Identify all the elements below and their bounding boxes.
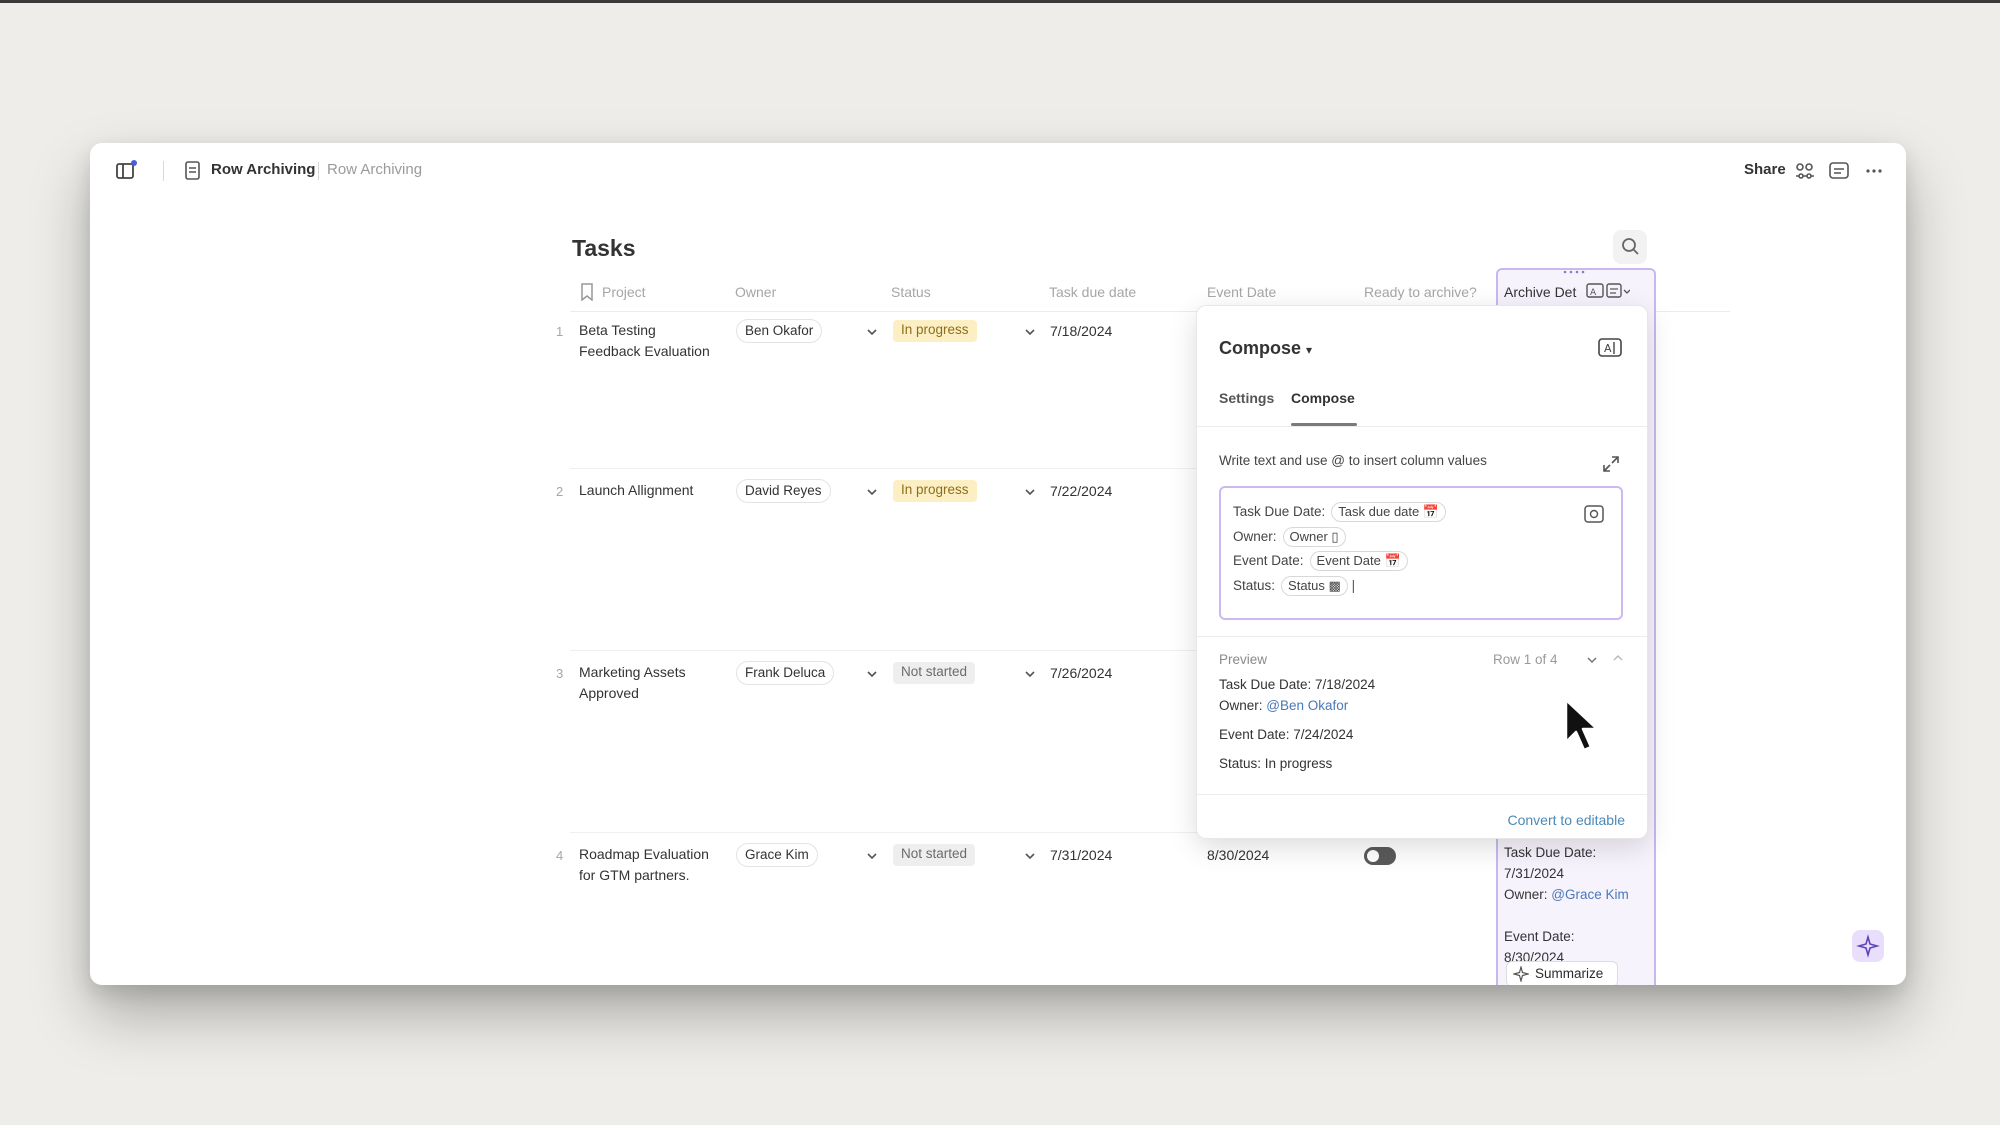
search-icon [1622,238,1639,255]
preview-row-indicator: Row 1 of 4 [1493,652,1558,667]
people-settings-icon[interactable] [1793,159,1817,183]
ai-text-icon[interactable]: A [1597,336,1623,360]
row-number: 2 [556,484,564,499]
bookmark-icon [581,283,593,301]
event-date-cell[interactable]: 8/30/2024 [1207,845,1269,866]
page-title: Tasks [572,235,636,261]
svg-text:A: A [1604,342,1612,355]
task-due-date-cell[interactable]: 7/31/2024 [1050,845,1112,866]
project-cell[interactable]: Roadmap Evaluation for GTM partners. [579,844,709,886]
owner-chip[interactable]: Frank Deluca [736,661,835,685]
sparkle-icon [1513,966,1529,982]
chevron-down-icon[interactable] [1585,653,1599,667]
status-badge[interactable]: In progress [893,320,977,342]
tab-settings[interactable]: Settings [1219,390,1274,406]
column-drag-handle-icon[interactable] [1562,270,1586,274]
svg-text:A: A [1590,288,1597,298]
mention-link[interactable]: @Grace Kim [1551,887,1628,902]
chevron-down-icon[interactable] [1023,325,1037,339]
screen-top-edge [0,0,2000,3]
compose-template-editor[interactable]: Task Due Date: Task due date 📅 Owner: Owne… [1219,486,1623,620]
project-cell[interactable]: Marketing Assets Approved [579,662,686,704]
template-line: Status: Status ▩ | [1233,576,1355,596]
task-due-date-cell[interactable]: 7/22/2024 [1050,481,1112,502]
owner-chip[interactable]: David Reyes [736,479,831,503]
mouse-cursor-icon [1564,698,1599,752]
share-button[interactable]: Share [1744,161,1786,178]
column-header-task-due-date[interactable]: Task due date [1049,284,1136,300]
sidebar-toggle-icon[interactable] [114,159,138,183]
chevron-down-icon[interactable] [865,849,879,863]
mention-link[interactable]: @Ben Okafor [1266,698,1348,713]
preview-due-date: Task Due Date: 7/18/2024 [1219,677,1376,692]
template-line: Task Due Date: Task due date 📅 [1233,502,1447,522]
ready-to-archive-toggle[interactable] [1364,847,1396,865]
compose-hint: Write text and use @ to insert column va… [1219,453,1487,468]
template-line: Owner: Owner ▯ [1233,527,1346,547]
chevron-down-icon[interactable] [865,667,879,681]
chevron-down-icon[interactable] [865,485,879,499]
insert-column-icon[interactable] [1583,504,1605,524]
footer-divider [1197,794,1647,795]
project-cell[interactable]: Launch Allignment [579,480,693,501]
titlebar: Row Archiving Row Archiving Share [90,143,1906,199]
column-header-project[interactable]: Project [602,284,646,300]
expand-icon[interactable] [1601,454,1621,474]
chevron-down-icon[interactable] [1023,485,1037,499]
search-button[interactable] [1613,230,1647,264]
task-due-date-cell[interactable]: 7/18/2024 [1050,321,1112,342]
preview-label: Preview [1219,652,1268,667]
archive-cell-row4[interactable]: Task Due Date: 7/31/2024 Owner: @Grace K… [1504,842,1629,968]
column-token[interactable]: Owner ▯ [1282,527,1346,547]
convert-to-editable-link[interactable]: Convert to editable [1507,812,1625,828]
column-header-owner[interactable]: Owner [735,284,776,300]
status-badge[interactable]: Not started [893,662,976,684]
task-due-date-cell[interactable]: 7/26/2024 [1050,663,1112,684]
preview-event-date: Event Date: 7/24/2024 [1219,727,1354,742]
breadcrumb-page[interactable]: Row Archiving [327,161,422,178]
document-icon [185,161,200,180]
summarize-button[interactable]: Summarize [1506,961,1618,985]
chevron-down-icon[interactable] [1023,667,1037,681]
app-window: Row Archiving Row Archiving Share Tasks [90,143,1906,985]
ai-assistant-button[interactable] [1852,930,1884,962]
sparkle-icon [1856,934,1880,958]
row-number: 1 [556,324,564,339]
column-token[interactable]: Status ▩ [1281,576,1348,596]
popover-title[interactable]: Compose ▾ [1219,338,1312,359]
template-line: Event Date: Event Date 📅 [1233,551,1408,571]
active-tab-indicator [1291,423,1357,426]
chevron-up-icon[interactable] [1611,651,1625,665]
status-badge[interactable]: Not started [893,844,976,866]
column-header-ready-to-archive[interactable]: Ready to archive? [1364,284,1477,300]
status-badge[interactable]: In progress [893,480,977,502]
row-number: 4 [556,848,564,863]
row-number: 3 [556,666,564,681]
ai-column-icons[interactable]: A [1586,282,1630,300]
column-header-event-date[interactable]: Event Date [1207,284,1276,300]
preview-divider [1197,636,1647,637]
tab-compose[interactable]: Compose [1291,390,1355,406]
doc-title[interactable]: Row Archiving [211,161,315,178]
preview-status: Status: In progress [1219,756,1333,771]
column-token[interactable]: Event Date 📅 [1309,551,1408,571]
owner-chip[interactable]: Ben Okafor [736,319,823,343]
comment-icon[interactable] [1827,159,1851,183]
owner-chip[interactable]: Grace Kim [736,843,818,867]
more-options-icon[interactable] [1862,159,1886,183]
column-token[interactable]: Task due date 📅 [1331,502,1447,522]
column-header-archive-details[interactable]: Archive Det [1504,284,1576,300]
project-cell[interactable]: Beta Testing Feedback Evaluation [579,320,710,362]
column-header-status[interactable]: Status [891,284,931,300]
chevron-down-icon[interactable] [865,325,879,339]
chevron-down-icon[interactable] [1023,849,1037,863]
tab-divider [1197,426,1647,427]
titlebar-divider [163,161,164,181]
breadcrumb-divider [318,162,319,180]
preview-owner: Owner: @Ben Okafor [1219,698,1349,713]
